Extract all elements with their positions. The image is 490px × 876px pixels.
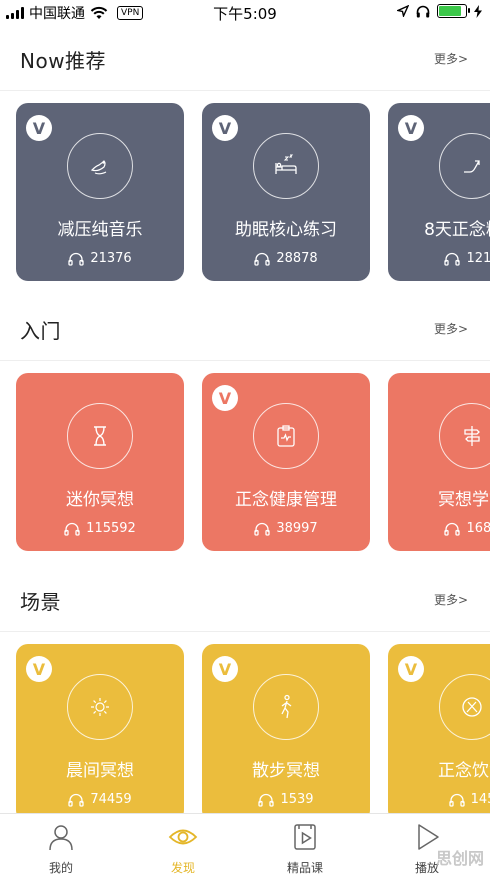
section-title: 入门	[20, 319, 61, 343]
vip-badge: V	[212, 115, 238, 141]
vip-badge: V	[398, 656, 424, 682]
divider	[0, 360, 490, 361]
card-title: 正念健康管理	[235, 490, 337, 510]
headphones-icon	[64, 522, 80, 536]
tab-label: 精品课	[286, 861, 323, 875]
card-title: 助眠核心练习	[235, 220, 337, 240]
vip-badge: V	[212, 385, 238, 411]
headphones-icon	[448, 793, 465, 807]
card-title: 迷你冥想	[66, 490, 134, 510]
bird-icon	[90, 160, 107, 175]
more-link[interactable]: 更多>	[434, 320, 468, 337]
course-card[interactable]: V 助眠核心练习 28878	[202, 103, 370, 281]
listen-count: 21376	[90, 251, 132, 266]
course-card[interactable]: V 正念饮食 145	[388, 644, 490, 813]
section-now-recommend: Now推荐 更多>	[0, 45, 490, 105]
vip-badge: V	[212, 656, 238, 682]
utensils-icon	[462, 697, 482, 717]
card-title: 晨间冥想	[66, 761, 134, 781]
sun-icon	[91, 698, 109, 716]
vip-badge: V	[398, 115, 424, 141]
headphones-icon	[68, 252, 84, 266]
vip-badge: V	[26, 115, 52, 141]
section-title: 场景	[20, 590, 61, 614]
more-link[interactable]: 更多>	[434, 50, 468, 67]
listen-count: 1539	[280, 792, 314, 807]
status-bar: 中国联通 VPN 下午5:09	[0, 0, 490, 24]
course-card[interactable]: V 晨间冥想 74459	[16, 644, 184, 813]
headphones-icon	[68, 793, 84, 807]
signpost-icon	[464, 426, 480, 446]
person-icon	[49, 825, 73, 851]
card-row: V 晨间冥想 74459 V 散步冥想 1539 V 正念饮 14	[0, 644, 490, 813]
course-card[interactable]: V 减压纯音乐 21376	[16, 103, 184, 281]
walking-icon	[281, 694, 292, 719]
headphones-icon	[416, 5, 430, 17]
headphones-icon	[254, 522, 270, 536]
listen-count: 74459	[90, 792, 132, 807]
headphones-icon	[444, 252, 461, 266]
battery-icon	[437, 4, 470, 18]
listen-count: 1214	[466, 251, 490, 266]
divider	[0, 90, 490, 91]
more-link[interactable]: 更多>	[434, 591, 468, 608]
course-card[interactable]: V 8天正念精进 1214	[388, 103, 490, 281]
card-title: 正念饮食	[438, 761, 490, 781]
eye-icon	[168, 829, 198, 845]
listen-count: 115592	[86, 521, 136, 536]
card-title: 减压纯音乐	[57, 220, 143, 240]
health-chart-icon	[277, 425, 295, 447]
course-card[interactable]: 迷你冥想 115592	[16, 373, 184, 551]
listen-count: 145	[470, 792, 490, 807]
course-card[interactable]: V 正念健康管理 38997	[202, 373, 370, 551]
tab-label: 发现	[170, 861, 195, 875]
course-card[interactable]: 冥想学前 1686	[388, 373, 490, 551]
tab-label: 我的	[48, 861, 73, 875]
tab-courses[interactable]: 精品课	[244, 814, 366, 876]
charging-bolt-icon	[474, 4, 482, 18]
card-row: 迷你冥想 115592 V 正念健康管理 38997 冥想学 168	[0, 373, 490, 551]
location-arrow-icon	[397, 5, 409, 17]
tab-mine[interactable]: 我的	[0, 814, 122, 876]
divider	[0, 631, 490, 632]
listen-count: 28878	[276, 251, 318, 266]
watermark: 思创网	[435, 849, 484, 868]
section-intro: 入门 更多>	[0, 315, 490, 375]
listen-count: 1686	[466, 521, 490, 536]
hourglass-icon	[94, 426, 106, 446]
sleep-bed-icon	[275, 154, 297, 174]
tab-bar: 我的 发现 精品课 播放	[0, 813, 490, 876]
growth-arrow-icon	[464, 160, 480, 173]
section-title: Now推荐	[20, 49, 107, 73]
card-title: 冥想学前	[438, 490, 490, 510]
tab-discover[interactable]: 发现	[122, 814, 244, 876]
headphones-icon	[258, 793, 275, 807]
headphones-icon	[444, 522, 461, 536]
section-scenes: 场景 更多>	[0, 586, 490, 646]
course-card[interactable]: V 散步冥想 1539	[202, 644, 370, 813]
course-play-icon	[294, 824, 316, 850]
card-title: 8天正念精进	[424, 220, 490, 240]
card-row: V 减压纯音乐 21376 V 助眠核心练习 28878 V 8天正念 121	[0, 103, 490, 281]
headphones-icon	[254, 252, 270, 266]
card-title: 散步冥想	[252, 761, 320, 781]
vip-badge: V	[26, 656, 52, 682]
listen-count: 38997	[276, 521, 318, 536]
